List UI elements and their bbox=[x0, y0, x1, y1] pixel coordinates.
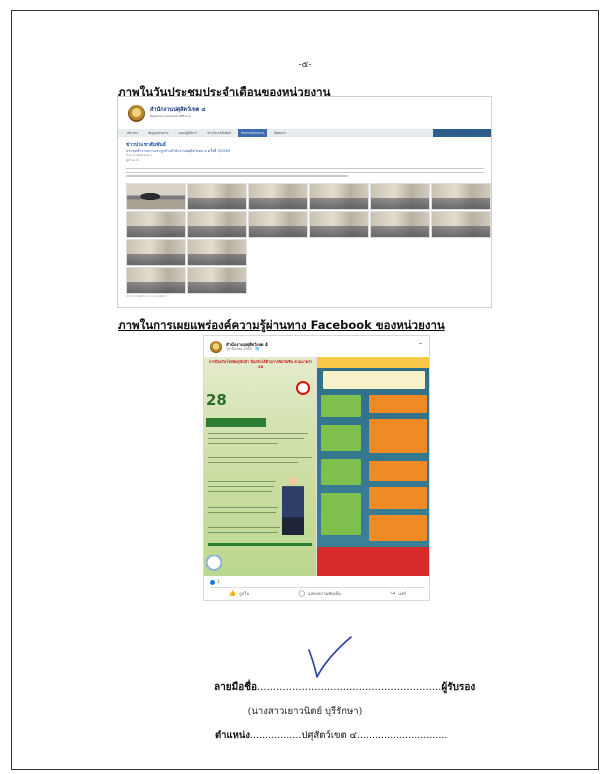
infographic-box bbox=[369, 461, 427, 481]
infographic-box bbox=[321, 459, 361, 485]
infographic-text-line bbox=[208, 507, 278, 509]
comment-button[interactable]: ◯ แสดงความคิดเห็น bbox=[298, 590, 341, 597]
infographic-right-header bbox=[317, 357, 429, 368]
meeting-photo bbox=[431, 211, 491, 238]
infographic-box bbox=[321, 395, 361, 417]
meeting-photo bbox=[309, 183, 369, 210]
infographic-text-line bbox=[208, 433, 308, 435]
infographic-right bbox=[317, 357, 429, 576]
infographic-text-line bbox=[208, 512, 276, 514]
share-icon: ↪ bbox=[390, 590, 396, 597]
website-nav-item[interactable]: หน้าแรก bbox=[124, 129, 141, 137]
infographic-warning-band bbox=[317, 547, 429, 576]
post-divider bbox=[210, 587, 425, 588]
prohibited-icon bbox=[296, 381, 310, 395]
meeting-photo bbox=[431, 183, 491, 210]
website-article-author: สำนักงานปศุสัตว์เขต ๔ bbox=[126, 154, 153, 157]
infographic-box bbox=[321, 425, 361, 451]
meeting-photo bbox=[187, 239, 247, 266]
more-options-icon: ··· bbox=[418, 340, 423, 348]
share-label: แชร์ bbox=[398, 591, 407, 596]
infographic-box bbox=[323, 371, 425, 389]
meeting-photo bbox=[126, 267, 186, 294]
meeting-photo bbox=[126, 239, 186, 266]
like-icon: 👍 bbox=[228, 590, 237, 597]
website-nav-item[interactable]: ข้อมูลหน่วยงาน bbox=[145, 129, 171, 137]
meeting-photo bbox=[370, 183, 430, 210]
infographic-box bbox=[369, 515, 427, 541]
meeting-photo bbox=[309, 211, 369, 238]
infographic-text-line bbox=[208, 543, 312, 546]
post-actions: 👍 ถูกใจ ◯ แสดงความคิดเห็น ↪ แชร์ bbox=[204, 590, 429, 597]
handwritten-signature bbox=[308, 636, 352, 678]
website-org-subtitle: Regional Livestock Office 4 bbox=[150, 114, 191, 118]
infographic-text-line bbox=[208, 532, 278, 534]
like-reaction-icon bbox=[210, 579, 215, 585]
meeting-photo bbox=[187, 183, 247, 210]
infographic-text-line bbox=[208, 462, 298, 464]
position-label: ตำแหน่ง bbox=[215, 730, 251, 741]
page-number: -๕- bbox=[298, 60, 312, 70]
position-dots-before: ................. bbox=[250, 730, 302, 741]
signature-dots: ........................................… bbox=[257, 682, 442, 693]
website-org-name: สำนักงานปศุสัตว์เขต ๔ bbox=[150, 107, 206, 113]
signature-role: ผู้รับรอง bbox=[441, 682, 476, 693]
facebook-post-date: 19 มีนาคม 2025 · 🌐 bbox=[226, 347, 260, 351]
position-line: ตำแหน่ง.................ปศุสัตว์เขต ๔...… bbox=[215, 728, 447, 743]
website-article-body bbox=[126, 168, 484, 179]
signature-label: ลายมือชื่อ bbox=[214, 682, 257, 693]
meeting-photo bbox=[248, 183, 308, 210]
dog-cartoon-icon bbox=[206, 555, 222, 574]
signer-name: (นางสาวเยาวนิตย์ บุรีรักษา) bbox=[247, 706, 363, 717]
meeting-photo bbox=[126, 183, 186, 210]
body-text-line bbox=[126, 175, 348, 177]
body-text-line bbox=[126, 171, 484, 174]
meeting-photo bbox=[370, 211, 430, 238]
website-nav-item[interactable]: แผนปฏิบัติการ bbox=[175, 129, 200, 137]
website-nav-item[interactable]: ติดต่อเรา bbox=[271, 129, 289, 137]
infographic-text-line bbox=[208, 491, 272, 493]
infographic-text-line bbox=[208, 438, 304, 440]
officer-figure-icon bbox=[282, 475, 304, 535]
signature-line: ลายมือชื่อ..............................… bbox=[214, 680, 475, 695]
like-label: ถูกใจ bbox=[239, 591, 249, 596]
reaction-summary[interactable]: 1 bbox=[210, 579, 220, 585]
website-footer: สำนักงานปศุสัตว์เขต ๔ | กรมปศุสัตว์ bbox=[126, 295, 166, 298]
position-dots-after: .............................. bbox=[356, 730, 448, 741]
website-nav-item[interactable]: ข่าวประชาสัมพันธ์ bbox=[204, 129, 234, 137]
comment-label: แสดงความคิดเห็น bbox=[308, 591, 341, 596]
meeting-photo bbox=[187, 211, 247, 238]
website-header: สำนักงานปศุสัตว์เขต ๔ Regional Livestock… bbox=[118, 97, 491, 129]
infographic-left-title: การป้องกันโรคพิษสุนัขบ้า ป้องกันได้ด้วยก… bbox=[208, 360, 313, 369]
infographic-text-line bbox=[208, 457, 312, 459]
body-text-line bbox=[126, 168, 484, 170]
meeting-photo bbox=[248, 211, 308, 238]
infographic-text-line bbox=[208, 486, 274, 488]
infographic-box bbox=[369, 487, 427, 509]
infographic-left: การป้องกันโรคพิษสุนัขบ้า ป้องกันได้ด้วยก… bbox=[204, 357, 317, 576]
meeting-photo bbox=[187, 267, 247, 294]
reaction-count: 1 bbox=[217, 579, 220, 584]
org-logo-icon bbox=[128, 105, 145, 122]
infographic-number: 28 bbox=[206, 391, 227, 409]
meeting-photo bbox=[126, 211, 186, 238]
infographic-text-line bbox=[208, 443, 278, 445]
infographic-text-line bbox=[208, 527, 280, 529]
infographic-green-band bbox=[206, 418, 266, 427]
website-nav-item[interactable]: กิจกรรมหน่วยงาน bbox=[238, 129, 268, 137]
share-button[interactable]: ↪ แชร์ bbox=[390, 590, 406, 597]
heading-facebook-photos: ภาพในการเผยแพร่องค์ความรู้ผ่านทาง Facebo… bbox=[118, 318, 445, 332]
like-button[interactable]: 👍 ถูกใจ bbox=[229, 590, 249, 597]
infographic-text-line bbox=[208, 481, 276, 483]
page-avatar-icon bbox=[210, 341, 222, 353]
position-value: ปศุสัตว์เขต ๔ bbox=[301, 730, 357, 741]
website-nav-search bbox=[433, 129, 491, 137]
infographic-box bbox=[369, 395, 427, 413]
infographic-box bbox=[321, 493, 361, 535]
comment-icon: ◯ bbox=[298, 590, 306, 597]
website-article-views: ผู้เข้าชม 12 bbox=[126, 159, 140, 162]
website-screenshot: สำนักงานปศุสัตว์เขต ๔ Regional Livestock… bbox=[117, 96, 492, 308]
infographic-box bbox=[369, 419, 427, 453]
facebook-post: สำนักงานปศุสัตว์เขต 4 19 มีนาคม 2025 · 🌐… bbox=[203, 335, 430, 601]
